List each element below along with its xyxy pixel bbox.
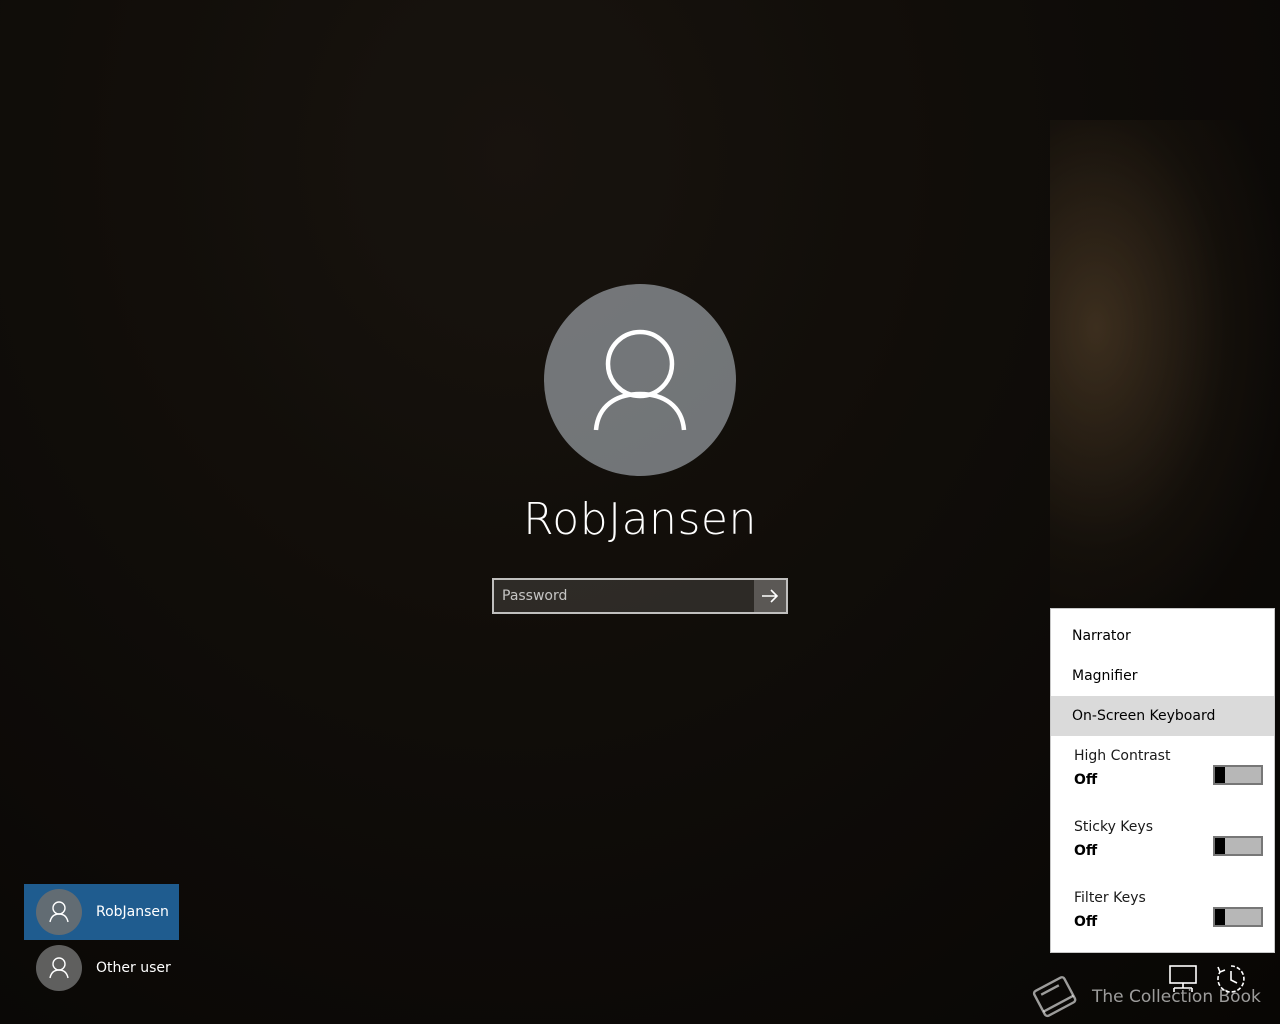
menu-item-narrator[interactable]: Narrator	[1051, 616, 1274, 656]
submit-button[interactable]	[754, 580, 786, 612]
toggle-label: Filter Keys	[1074, 890, 1146, 906]
watermark-text: The Collection Book	[1092, 987, 1261, 1007]
user-name-label: Other user	[96, 960, 171, 976]
toggle-high-contrast: High Contrast Off	[1074, 748, 1263, 788]
book-icon	[1032, 976, 1077, 1018]
high-contrast-switch[interactable]	[1213, 765, 1263, 785]
sticky-keys-switch[interactable]	[1213, 836, 1263, 856]
watermark: The Collection Book	[1030, 974, 1261, 1020]
user-name-label: RobJansen	[96, 904, 169, 920]
filter-keys-switch[interactable]	[1213, 907, 1263, 927]
toggle-knob	[1215, 838, 1225, 854]
user-avatar-large	[544, 284, 736, 476]
menu-item-on-screen-keyboard[interactable]: On-Screen Keyboard	[1051, 696, 1274, 736]
username-title: RobJansen	[523, 494, 757, 545]
user-avatar	[36, 889, 82, 935]
user-switcher: RobJansen Other user	[24, 884, 179, 996]
toggle-label: High Contrast	[1074, 748, 1171, 764]
toggle-filter-keys: Filter Keys Off	[1074, 890, 1263, 930]
password-field[interactable]	[492, 578, 788, 614]
user-item-other-user[interactable]: Other user	[24, 940, 179, 996]
toggle-knob	[1215, 767, 1225, 783]
user-icon	[49, 957, 69, 979]
arrow-right-icon	[762, 589, 779, 603]
toggle-label: Sticky Keys	[1074, 819, 1153, 835]
user-item-robjansen[interactable]: RobJansen	[24, 884, 179, 940]
user-avatar	[36, 945, 82, 991]
user-icon	[49, 901, 69, 923]
toggle-sticky-keys: Sticky Keys Off	[1074, 819, 1263, 859]
password-input[interactable]	[494, 580, 752, 612]
menu-item-magnifier[interactable]: Magnifier	[1051, 656, 1274, 696]
user-icon	[593, 329, 687, 431]
toggle-knob	[1215, 909, 1225, 925]
ease-of-access-flyout: Narrator Magnifier On-Screen Keyboard Hi…	[1050, 608, 1275, 953]
